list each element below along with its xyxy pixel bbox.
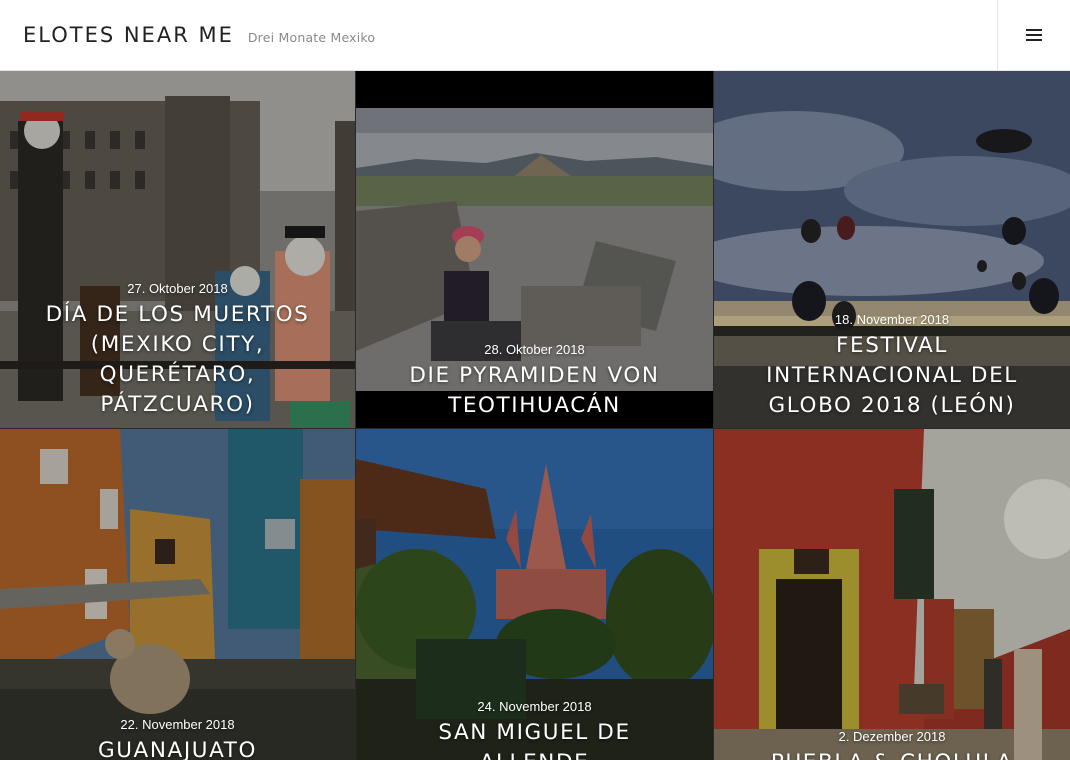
post-tile-teotihuacan[interactable]: 28. Oktober 2018 DIE PYRAMIDEN VON TEOTI… bbox=[356, 71, 713, 428]
branding: ELOTES NEAR ME Drei Monate Mexiko bbox=[0, 23, 375, 47]
post-tile-san-miguel-de-allende[interactable]: 24. November 2018 SAN MIGUEL DE ALLENDE bbox=[356, 429, 713, 760]
menu-toggle-button[interactable] bbox=[997, 0, 1070, 70]
post-title[interactable]: FESTIVAL INTERNACIONAL DEL GLOBO 2018 (L… bbox=[714, 331, 1070, 421]
post-caption: 2. Dezember 2018 PUEBLA & CHOLULA bbox=[714, 729, 1070, 760]
post-date: 2. Dezember 2018 bbox=[838, 729, 946, 744]
post-date: 22. November 2018 bbox=[120, 717, 235, 732]
post-caption: 27. Oktober 2018 DÍA DE LOS MUERTOS (MEX… bbox=[0, 281, 355, 420]
post-title[interactable]: SAN MIGUEL DE ALLENDE bbox=[356, 718, 713, 760]
post-title[interactable]: DÍA DE LOS MUERTOS (MEXIKO CITY, QUERÉTA… bbox=[0, 300, 355, 420]
post-date: 27. Oktober 2018 bbox=[127, 281, 228, 296]
post-caption: 28. Oktober 2018 DIE PYRAMIDEN VON TEOTI… bbox=[356, 342, 713, 421]
post-caption: 18. November 2018 FESTIVAL INTERNACIONAL… bbox=[714, 312, 1070, 421]
post-title[interactable]: DIE PYRAMIDEN VON TEOTIHUACÁN bbox=[356, 361, 713, 421]
post-caption: 24. November 2018 SAN MIGUEL DE ALLENDE bbox=[356, 699, 713, 760]
post-date: 28. Oktober 2018 bbox=[484, 342, 585, 357]
post-tile-dia-de-los-muertos[interactable]: 27. Oktober 2018 DÍA DE LOS MUERTOS (MEX… bbox=[0, 71, 355, 428]
post-date: 18. November 2018 bbox=[834, 312, 950, 327]
post-caption: 22. November 2018 GUANAJUATO bbox=[0, 717, 355, 760]
post-tile-guanajuato[interactable]: 22. November 2018 GUANAJUATO bbox=[0, 429, 355, 760]
site-title[interactable]: ELOTES NEAR ME bbox=[23, 23, 234, 47]
post-title[interactable]: PUEBLA & CHOLULA bbox=[714, 748, 1070, 760]
post-tile-puebla-cholula[interactable]: 2. Dezember 2018 PUEBLA & CHOLULA bbox=[714, 429, 1070, 760]
site-header: ELOTES NEAR ME Drei Monate Mexiko bbox=[0, 0, 1070, 71]
site-description: Drei Monate Mexiko bbox=[247, 30, 376, 45]
post-date: 24. November 2018 bbox=[477, 699, 592, 714]
hamburger-menu-icon bbox=[1026, 29, 1042, 41]
post-tile-festival-globo[interactable]: 18. November 2018 FESTIVAL INTERNACIONAL… bbox=[714, 71, 1070, 428]
post-title[interactable]: GUANAJUATO bbox=[0, 736, 355, 760]
post-grid: 27. Oktober 2018 DÍA DE LOS MUERTOS (MEX… bbox=[0, 71, 1070, 760]
